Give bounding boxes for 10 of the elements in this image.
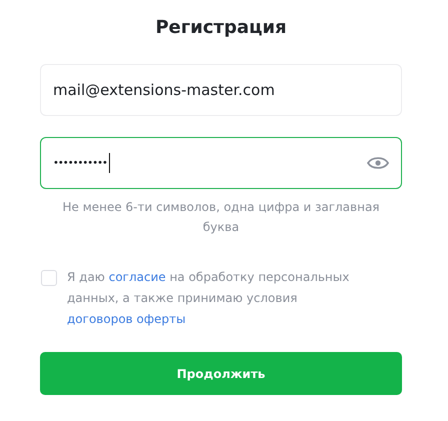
consent-checkbox[interactable]: [41, 270, 57, 286]
consent-link[interactable]: договоров оферты: [67, 312, 186, 326]
eye-icon[interactable]: [367, 156, 389, 170]
password-field[interactable]: •••••••••••: [40, 137, 402, 189]
email-field[interactable]: mail@extensions-master.com: [40, 64, 402, 116]
consent-text: Я даю согласие на обработку персональных данных, а также принимаю условия договоров оферты: [67, 269, 350, 328]
password-hint: Не менее 6-ти символов, одна цифра и заглавная буква: [61, 199, 381, 236]
form-title: Регистрация: [155, 16, 287, 40]
continue-button[interactable]: Продолжить: [40, 352, 402, 395]
consent-link[interactable]: согласие: [108, 270, 166, 284]
